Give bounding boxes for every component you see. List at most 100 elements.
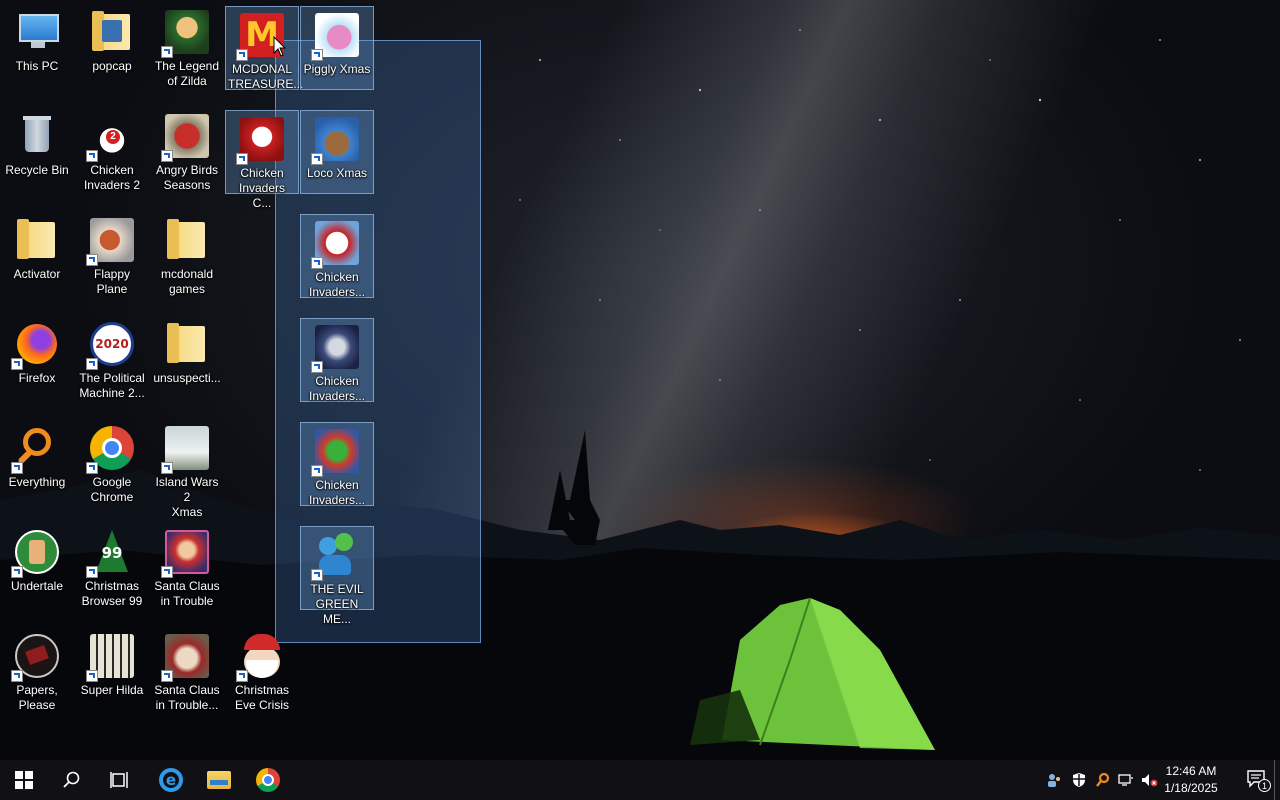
clock-time: 12:46 AM — [1165, 764, 1217, 778]
chrome-icon — [256, 768, 280, 792]
piggly-xmas-icon-item[interactable]: Piggly Xmas — [300, 6, 374, 90]
chrome-icon — [86, 424, 136, 474]
clock[interactable]: 12:46 AM 1/18/2025 — [1160, 763, 1222, 797]
action-center-button[interactable]: 1 — [1246, 769, 1272, 792]
undertale-label: Undertale — [10, 579, 64, 593]
chicken-invaders-d-icon-item[interactable]: Chicken Invaders... — [300, 422, 374, 507]
activator-icon-item[interactable]: Activator — [0, 212, 74, 296]
flappy-plane-game-icon — [86, 216, 136, 266]
volume-muted-icon[interactable] — [1141, 772, 1158, 788]
shortcut-arrow-icon — [311, 361, 323, 373]
chicken-invaders-a-label: Chicken Invaders... — [308, 270, 366, 299]
evil-green-icon-item[interactable]: THE EVIL GREEN ME... — [300, 526, 374, 626]
christmas-browser-icon-item[interactable]: 99 Christmas Browser 99 — [75, 524, 149, 608]
angry-birds-label: Angry Birds Seasons — [155, 163, 219, 192]
political-machine-icon-item[interactable]: 2020 The Political Machine 2... — [75, 316, 149, 400]
papers-please-icon-item[interactable]: Papers, Please — [0, 628, 74, 712]
santa-trouble-2-icon-item[interactable]: Santa Claus in Trouble... — [150, 628, 224, 712]
flappy-plane-label: Flappy Plane — [93, 267, 131, 296]
island-wars-game-icon — [161, 424, 211, 474]
snowman-chicken-icon — [236, 115, 286, 165]
security-shield-icon[interactable] — [1071, 772, 1087, 788]
angry-birds-icon-item[interactable]: Angry Birds Seasons — [150, 108, 224, 192]
legend-zilda-label: The Legend of Zilda — [154, 59, 220, 88]
chicken-xmas-icon — [311, 219, 361, 269]
christmas-eve-crisis-icon-item[interactable]: Christmas Eve Crisis — [225, 628, 299, 712]
pixel-character-icon — [86, 632, 136, 682]
messenger-people-icon — [311, 531, 361, 581]
folder-icon — [13, 216, 61, 264]
chicken-invaders-c-label: Chicken Invaders C... — [238, 166, 286, 210]
shortcut-arrow-icon — [86, 150, 98, 162]
shortcut-arrow-icon — [86, 358, 98, 370]
super-hilda-icon-item[interactable]: Super Hilda — [75, 628, 149, 712]
shortcut-arrow-icon — [161, 462, 173, 474]
papers-please-seal-icon — [11, 632, 61, 682]
shortcut-arrow-icon — [236, 49, 248, 61]
popcap-icon-item[interactable]: popcap — [75, 4, 149, 88]
folder-icon — [88, 8, 136, 56]
christmas-browser-label: Christmas Browser 99 — [81, 579, 143, 608]
show-desktop-button[interactable] — [1274, 760, 1280, 800]
chicken-invaders-badge: 2 — [106, 130, 120, 144]
this-pc-icon-item[interactable]: This PC — [0, 4, 74, 88]
undertale-icon — [11, 528, 61, 578]
flappy-plane-icon-item[interactable]: Flappy Plane — [75, 212, 149, 296]
everything-icon-item[interactable]: Everything — [0, 420, 74, 504]
shortcut-arrow-icon — [161, 46, 173, 58]
recycle-bin-icon-item[interactable]: Recycle Bin — [0, 108, 74, 192]
windows-logo-icon — [15, 771, 33, 789]
unsuspecti-label: unsuspecti... — [153, 371, 221, 385]
firefox-icon-item[interactable]: Firefox — [0, 316, 74, 400]
popcap-label: popcap — [92, 59, 132, 73]
network-icon[interactable] — [1118, 772, 1134, 788]
search-button[interactable] — [48, 760, 96, 800]
political-machine-badge-icon: 2020 — [86, 320, 136, 370]
shortcut-arrow-icon — [11, 670, 23, 682]
google-chrome-label: Google Chrome — [90, 475, 134, 504]
shortcut-arrow-icon — [11, 566, 23, 578]
santa-trouble-label: Santa Claus in Trouble — [154, 579, 220, 608]
chicken-invaders-c-icon-item[interactable]: Chicken Invaders C... — [225, 110, 299, 210]
chicken-invaders-2-icon-item[interactable]: 2 Chicken Invaders 2 — [75, 108, 149, 192]
everything-search-tray-icon[interactable] — [1095, 772, 1111, 788]
shortcut-arrow-icon — [311, 569, 323, 581]
santa-game-icon — [161, 528, 211, 578]
legend-zilda-icon-item[interactable]: The Legend of Zilda — [150, 4, 224, 88]
start-button[interactable] — [0, 760, 48, 800]
mcdonald-games-icon-item[interactable]: mcdonald games — [150, 212, 224, 296]
internet-explorer-icon: e — [159, 768, 183, 792]
internet-explorer-button[interactable]: e — [147, 760, 195, 800]
this-pc-label: This PC — [15, 59, 59, 73]
chicken-invaders-b-icon-item[interactable]: Chicken Invaders... — [300, 318, 374, 403]
mcdonald-treasure-icon-item[interactable]: M MCDONAL TREASURE... — [225, 6, 303, 91]
chicken-game-icon: 2 — [86, 112, 136, 162]
shortcut-arrow-icon — [161, 566, 173, 578]
island-wars-icon-item[interactable]: Island Wars 2 Xmas — [150, 420, 224, 519]
people-icon[interactable] — [1046, 772, 1062, 788]
santa-trouble-2-label: Santa Claus in Trouble... — [154, 683, 220, 712]
folder-icon — [163, 320, 211, 368]
chicken-invaders-a-icon-item[interactable]: Chicken Invaders... — [300, 214, 374, 299]
task-view-button[interactable] — [96, 760, 144, 800]
google-chrome-icon-item[interactable]: Google Chrome — [75, 420, 149, 504]
activator-label: Activator — [13, 267, 61, 281]
clock-date: 1/18/2025 — [1164, 781, 1218, 795]
unsuspecti-icon-item[interactable]: unsuspecti... — [150, 316, 224, 400]
search-icon — [63, 771, 80, 788]
shortcut-arrow-icon — [311, 257, 323, 269]
folder-icon — [163, 216, 211, 264]
file-explorer-button[interactable] — [195, 760, 243, 800]
chrome-taskbar-button[interactable] — [244, 760, 292, 800]
loco-xmas-icon-item[interactable]: Loco Xmas — [300, 110, 374, 194]
undertale-icon-item[interactable]: Undertale — [0, 524, 74, 608]
shortcut-arrow-icon — [311, 49, 323, 61]
teddy-bear-icon — [311, 115, 361, 165]
shortcut-arrow-icon — [11, 358, 23, 370]
angry-bird-icon — [161, 112, 211, 162]
santa-trouble-icon-item[interactable]: Santa Claus in Trouble — [150, 524, 224, 608]
shortcut-arrow-icon — [86, 670, 98, 682]
notification-count-badge: 1 — [1258, 779, 1271, 792]
santa-face-icon — [161, 632, 211, 682]
recycle-bin-label: Recycle Bin — [5, 163, 69, 177]
